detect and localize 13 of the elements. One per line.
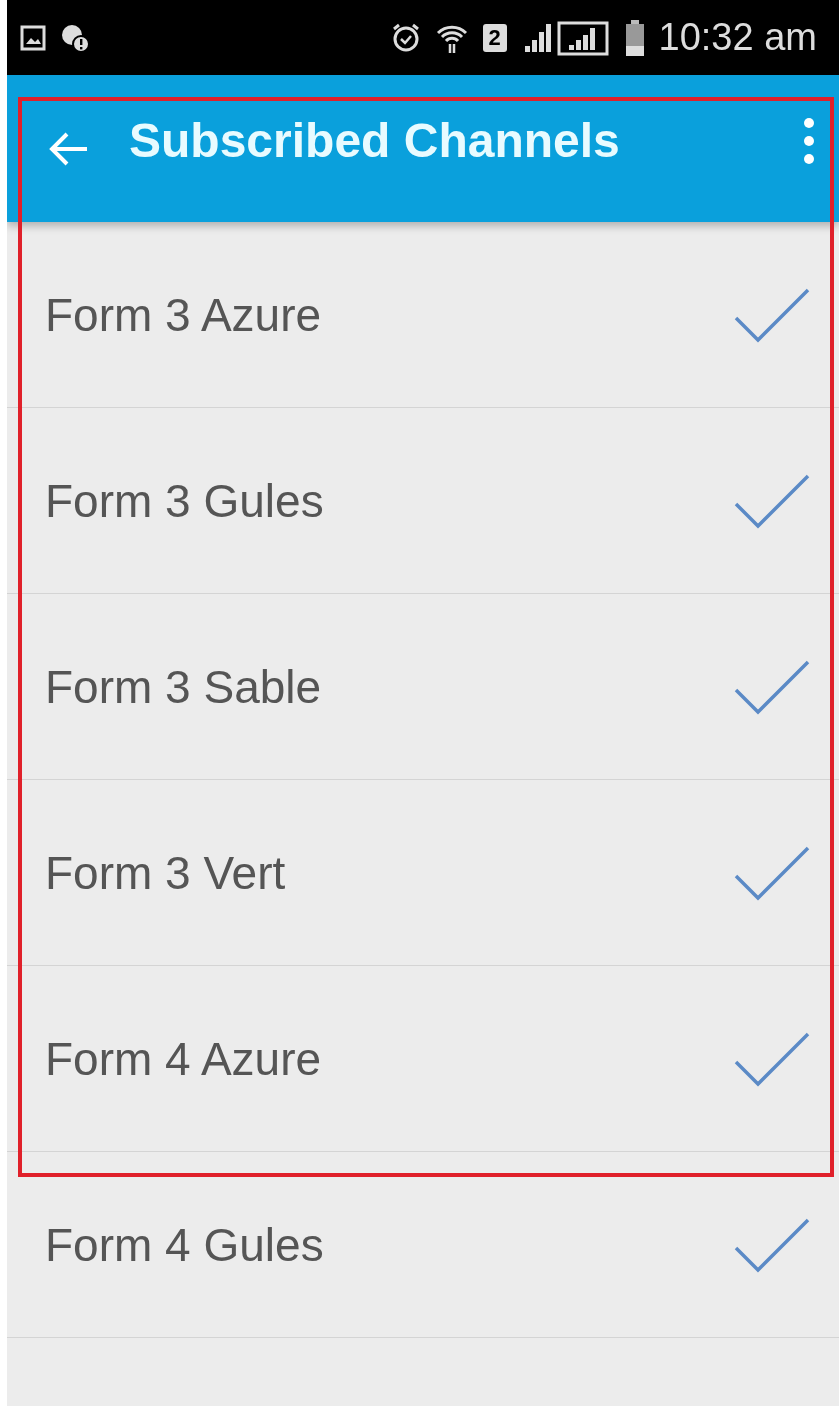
channel-name: Form 4 Gules <box>45 1217 325 1272</box>
alarm-icon <box>390 21 421 54</box>
channel-name: Form 3 Azure <box>45 287 323 342</box>
channel-name: Form 3 Sable <box>45 659 323 714</box>
screen-title: Subscribed Channels <box>129 113 621 168</box>
clock-time: 10:32 am <box>658 16 817 59</box>
notification-icon <box>60 22 90 53</box>
channel-name: Form 4 Azure <box>45 1031 323 1086</box>
channel-name: Form 3 Vert <box>45 845 287 900</box>
picture-icon <box>20 24 46 51</box>
channel-name: Form 3 Gules <box>45 473 325 528</box>
battery-icon <box>624 19 645 56</box>
sim-badge: 2 <box>482 23 507 52</box>
